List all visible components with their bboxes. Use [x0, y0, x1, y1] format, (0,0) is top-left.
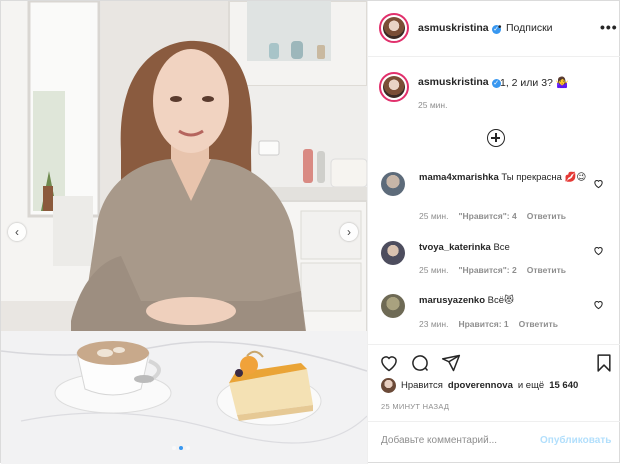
comment-username[interactable]: mama4xmarishka: [419, 172, 499, 183]
caption-username[interactable]: asmuskristina ✓: [418, 76, 501, 88]
comment-text: Ты прекрасна 💋😉: [501, 172, 587, 183]
post-timestamp[interactable]: 25 МИНУТ НАЗАД: [381, 402, 449, 411]
reply-button[interactable]: Ответить: [527, 265, 566, 275]
add-comment-input[interactable]: [381, 435, 531, 446]
comment-body: tvoya_katerinka Все: [419, 241, 593, 255]
liker-avatar: [381, 378, 396, 393]
carousel-dot: [172, 446, 176, 450]
like-comment-heart-icon[interactable]: [593, 178, 604, 189]
comment-time: 25 мин.: [419, 211, 449, 221]
carousel-indicator: [172, 446, 190, 450]
comment-meta: 25 мин. "Нравится": 4 Ответить: [419, 211, 566, 221]
chevron-left-icon: ‹: [15, 225, 19, 239]
carousel-dot-active: [179, 446, 183, 450]
comment-icon[interactable]: [410, 353, 430, 373]
comment-meta: 23 мин. Нравится: 1 Ответить: [419, 319, 558, 329]
more-options-icon[interactable]: •••: [600, 19, 618, 35]
like-comment-heart-icon[interactable]: [593, 299, 604, 310]
comment-body: mama4xmarishka Ты прекрасна 💋😉: [419, 171, 593, 185]
caption-avatar[interactable]: [379, 72, 409, 102]
caption-time[interactable]: 25 мин.: [418, 100, 447, 110]
likes-count[interactable]: 15 640: [549, 380, 578, 391]
like-comment-heart-icon[interactable]: [593, 245, 604, 256]
comment-avatar[interactable]: [381, 294, 405, 318]
comment-time: 23 мин.: [419, 319, 449, 329]
comment-likes[interactable]: "Нравится": 2: [458, 265, 516, 275]
post-modal: ‹ › asmuskristina ✓ • Подписки ••• asmusk…: [0, 0, 620, 464]
comment-text: Всё😻: [487, 295, 514, 306]
author-username[interactable]: asmuskristina ✓: [418, 22, 501, 34]
like-heart-icon[interactable]: [379, 353, 399, 373]
comment-likes[interactable]: Нравится: 1: [458, 319, 508, 329]
comment-avatar[interactable]: [381, 172, 405, 196]
next-photo-button[interactable]: ›: [340, 223, 358, 241]
comment-username[interactable]: tvoya_katerinka: [419, 242, 491, 253]
share-icon[interactable]: [441, 353, 461, 373]
comment-body: marusyazenko Всё😻: [419, 294, 593, 308]
likes-mid: и ещё: [517, 380, 545, 391]
reply-button[interactable]: Ответить: [527, 211, 566, 221]
comment-avatar[interactable]: [381, 241, 405, 265]
comment-meta: 25 мин. "Нравится": 2 Ответить: [419, 265, 566, 275]
following-button[interactable]: Подписки: [506, 22, 553, 34]
bookmark-icon[interactable]: [594, 353, 614, 373]
liker-username[interactable]: dpoverennova: [448, 380, 513, 391]
post-sidebar: asmuskristina ✓ • Подписки ••• asmuskrist…: [367, 1, 620, 464]
photo-illustration: [1, 1, 367, 464]
likes-prefix: Нравится: [401, 380, 443, 391]
author-avatar[interactable]: [379, 13, 409, 43]
carousel-dot: [186, 446, 190, 450]
comment-time: 25 мин.: [419, 265, 449, 275]
reply-button[interactable]: Ответить: [519, 319, 558, 329]
likes-summary: Нравится dpoverennova и ещё 15 640: [381, 378, 578, 393]
comment-text: Все: [493, 242, 510, 253]
caption-text: 1, 2 или 3? 🤷‍♀️: [500, 77, 569, 89]
prev-photo-button[interactable]: ‹: [8, 223, 26, 241]
post-photo[interactable]: ‹ ›: [1, 1, 367, 464]
chevron-right-icon: ›: [347, 225, 351, 239]
comment-likes[interactable]: "Нравится": 4: [458, 211, 516, 221]
header-separator: •: [498, 22, 502, 33]
comment-username[interactable]: marusyazenko: [419, 295, 485, 306]
action-bar: [368, 344, 620, 378]
add-comment-bar: Опубликовать: [368, 421, 620, 464]
publish-button[interactable]: Опубликовать: [540, 435, 611, 446]
load-more-comments-icon[interactable]: [487, 129, 505, 147]
post-header: asmuskristina ✓ • Подписки •••: [368, 1, 620, 57]
